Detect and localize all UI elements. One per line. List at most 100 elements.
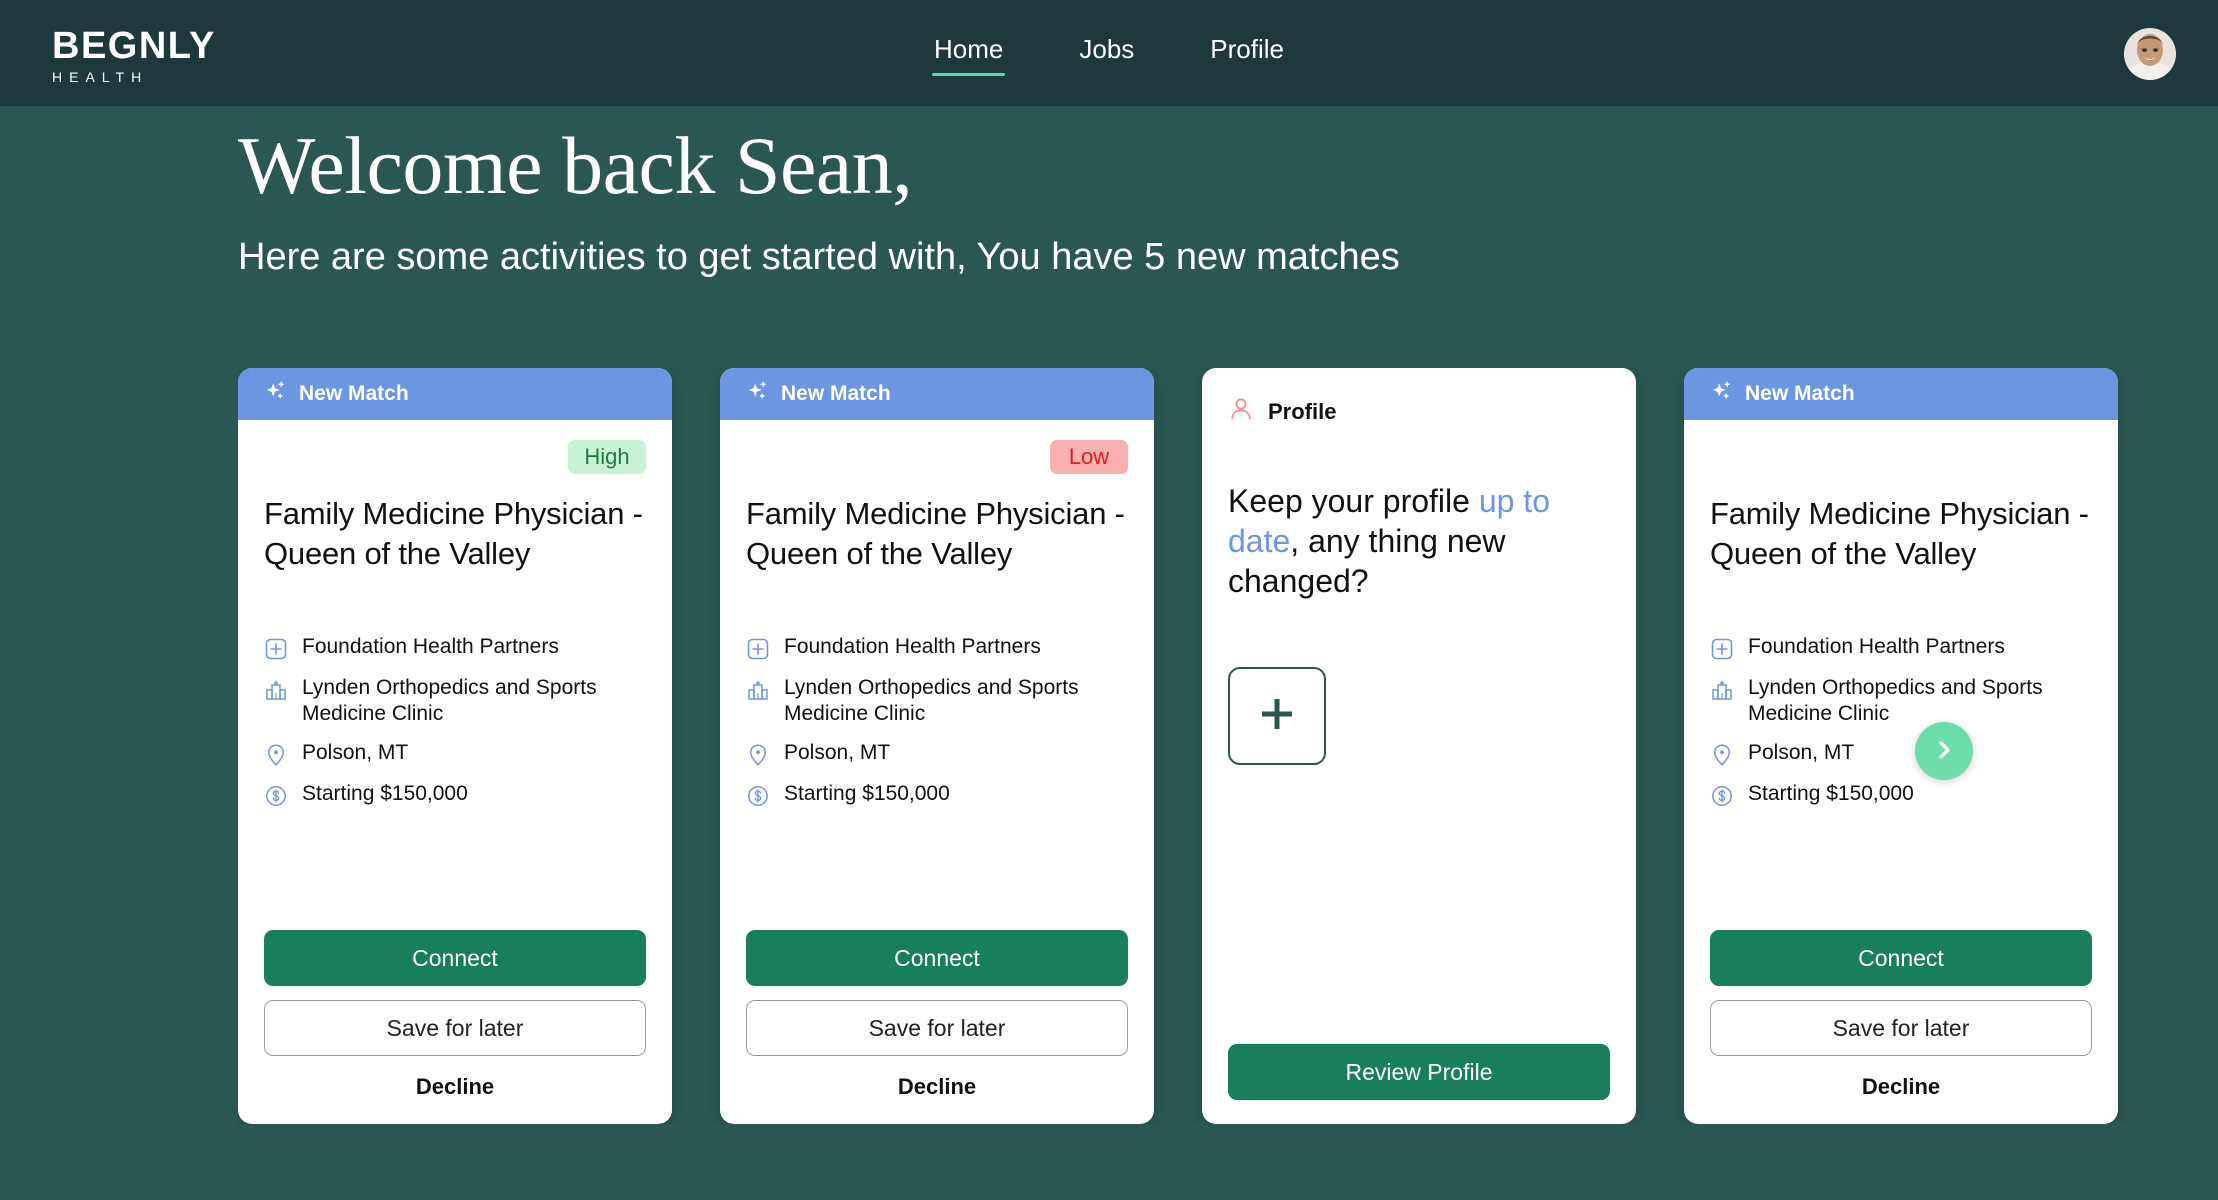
detail-row: Starting $150,000 [264, 781, 646, 809]
badge-row: High [264, 440, 646, 480]
detail-text: Lynden Orthopedics and Sports Medicine C… [1748, 676, 2043, 725]
avatar[interactable] [2124, 28, 2176, 80]
profile-copy-part1: Keep your profile [1228, 483, 1479, 519]
brand-name: BEGNLY [52, 25, 216, 67]
detail-row: Polson, MT [1710, 740, 2092, 768]
job-title: Family Medicine Physician - Queen of the… [746, 496, 1125, 571]
detail-text: Starting $150,000 [784, 782, 950, 805]
nav-item-home[interactable]: Home [932, 30, 1006, 76]
profile-card-header: Profile [1202, 368, 1636, 427]
top-navigation-bar: BEGNLY HEALTH Home Jobs Profile [0, 0, 2218, 106]
card-actions: Connect Save for later Decline [264, 930, 646, 1124]
profile-card-copy: Keep your profile up to date, any thing … [1202, 481, 1636, 601]
plus-icon [1254, 691, 1300, 742]
badge-row [1710, 440, 2092, 480]
carousel-next-button[interactable] [1915, 722, 1973, 780]
detail-row: Lynden Orthopedics and Sports Medicine C… [746, 675, 1128, 727]
card-body: Low Family Medicine Physician - Queen of… [720, 420, 1154, 1124]
profile-card-header-label: Profile [1268, 398, 1337, 424]
detail-text: Polson, MT [1748, 741, 1855, 764]
detail-row: Lynden Orthopedics and Sports Medicine C… [1710, 675, 2092, 727]
chevron-right-icon [1932, 738, 1956, 765]
card-header-label: New Match [781, 382, 891, 405]
add-profile-item-button[interactable] [1228, 667, 1326, 765]
detail-text: Foundation Health Partners [1748, 635, 2005, 658]
connect-button[interactable]: Connect [264, 930, 646, 986]
nav-item-jobs[interactable]: Jobs [1077, 30, 1136, 76]
detail-row: Polson, MT [264, 740, 646, 768]
dollar-circle-icon [264, 783, 288, 809]
hospital-building-icon [746, 677, 770, 703]
match-card[interactable]: New Match Low Family Medicine Physician … [720, 368, 1154, 1124]
sparkle-icon [264, 380, 288, 409]
detail-row: Starting $150,000 [746, 781, 1128, 809]
card-header: New Match [238, 368, 672, 420]
brand-logo[interactable]: BEGNLY HEALTH [52, 26, 216, 86]
match-card[interactable]: New Match High Family Medicine Physician… [238, 368, 672, 1124]
connect-button[interactable]: Connect [746, 930, 1128, 986]
job-title: Family Medicine Physician - Queen of the… [264, 496, 643, 571]
sparkle-icon [746, 380, 770, 409]
card-actions: Connect Save for later Decline [746, 930, 1128, 1124]
brand-tagline: HEALTH [52, 69, 149, 85]
detail-row: Lynden Orthopedics and Sports Medicine C… [264, 675, 646, 727]
card-body: High Family Medicine Physician - Queen o… [238, 420, 672, 1124]
nav-item-profile[interactable]: Profile [1208, 30, 1286, 76]
nav-item-profile-label: Profile [1210, 34, 1284, 64]
detail-text: Lynden Orthopedics and Sports Medicine C… [784, 676, 1079, 725]
detail-text: Starting $150,000 [302, 782, 468, 805]
person-icon [1228, 396, 1254, 427]
job-details: Foundation Health Partners Lynden Orthop… [746, 634, 1128, 809]
location-pin-icon [746, 742, 770, 768]
hospital-building-icon [1710, 677, 1734, 703]
detail-row: Starting $150,000 [1710, 781, 2092, 809]
detail-row: Foundation Health Partners [264, 634, 646, 662]
detail-row: Foundation Health Partners [1710, 634, 2092, 662]
profile-card-actions: Review Profile [1202, 1044, 1636, 1124]
hospital-building-icon [264, 677, 288, 703]
dollar-circle-icon [1710, 783, 1734, 809]
status-badge: Low [1050, 440, 1128, 474]
detail-text: Polson, MT [302, 741, 409, 764]
card-header-label: New Match [299, 382, 409, 405]
nav-item-home-label: Home [934, 34, 1004, 64]
page-subtitle: Here are some activities to get started … [238, 236, 1400, 278]
save-for-later-button[interactable]: Save for later [746, 1000, 1128, 1056]
job-details: Foundation Health Partners Lynden Orthop… [264, 634, 646, 809]
job-details: Foundation Health Partners Lynden Orthop… [1710, 634, 2092, 809]
review-profile-button[interactable]: Review Profile [1228, 1044, 1610, 1100]
card-header: New Match [1684, 368, 2118, 420]
card-header-label: New Match [1745, 382, 1855, 405]
decline-button[interactable]: Decline [264, 1070, 646, 1104]
connect-button[interactable]: Connect [1710, 930, 2092, 986]
medical-cross-icon [746, 636, 770, 662]
nav-item-jobs-label: Jobs [1079, 34, 1135, 64]
badge-row: Low [746, 440, 1128, 480]
hero-section: Welcome back Sean, Here are some activit… [238, 120, 1938, 280]
card-header: New Match [720, 368, 1154, 420]
medical-cross-icon [1710, 636, 1734, 662]
location-pin-icon [264, 742, 288, 768]
sparkle-icon [1710, 380, 1734, 409]
detail-row: Foundation Health Partners [746, 634, 1128, 662]
save-for-later-button[interactable]: Save for later [264, 1000, 646, 1056]
detail-text: Starting $150,000 [1748, 782, 1914, 805]
main-nav: Home Jobs Profile [932, 0, 1286, 106]
decline-button[interactable]: Decline [1710, 1070, 2092, 1104]
page-title: Welcome back Sean, [238, 120, 913, 211]
detail-text: Polson, MT [784, 741, 891, 764]
status-badge: High [568, 440, 646, 474]
match-card[interactable]: New Match Family Medicine Physician - Qu… [1684, 368, 2118, 1124]
card-body: Family Medicine Physician - Queen of the… [1684, 420, 2118, 1124]
job-title: Family Medicine Physician - Queen of the… [1710, 496, 2089, 571]
profile-card[interactable]: Profile Keep your profile up to date, an… [1202, 368, 1636, 1124]
detail-text: Foundation Health Partners [784, 635, 1041, 658]
location-pin-icon [1710, 742, 1734, 768]
dollar-circle-icon [746, 783, 770, 809]
detail-text: Lynden Orthopedics and Sports Medicine C… [302, 676, 597, 725]
detail-text: Foundation Health Partners [302, 635, 559, 658]
avatar-image [2124, 28, 2176, 80]
decline-button[interactable]: Decline [746, 1070, 1128, 1104]
save-for-later-button[interactable]: Save for later [1710, 1000, 2092, 1056]
medical-cross-icon [264, 636, 288, 662]
